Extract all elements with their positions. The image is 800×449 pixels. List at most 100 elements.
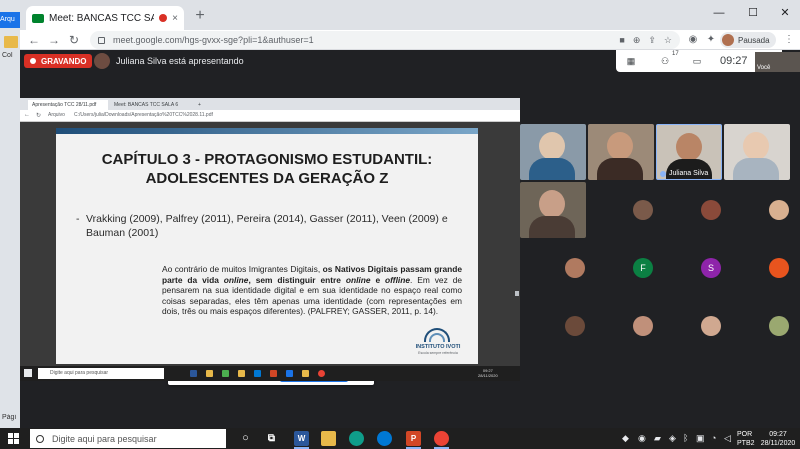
participant-body (733, 158, 779, 180)
cortana-icon[interactable]: ○ (238, 431, 253, 446)
maximize-button[interactable]: ☐ (740, 4, 766, 22)
back-arrow-icon[interactable]: ← (26, 32, 42, 48)
address-bar[interactable]: meet.google.com/hgs-gvxx-sge?pli=1&authu… (90, 31, 680, 49)
chrome-icon[interactable]: ◉ (686, 33, 700, 47)
tab-close-icon[interactable]: × (172, 13, 178, 24)
word-icon[interactable]: W (294, 431, 309, 449)
tray-bluetooth-icon[interactable]: ᛒ (683, 433, 688, 443)
zoom-icon[interactable]: ⊕ (633, 35, 641, 46)
slide-bullet-text: Vrakking (2009), Palfrey (2011), Pereira… (86, 213, 448, 239)
shared-address-path: C:/Users/julia/Downloads/Apresentação%20… (74, 112, 213, 118)
system-clock[interactable]: 09:27 28/11/2020 (758, 430, 798, 448)
participant-tile[interactable] (678, 182, 744, 238)
participant-tile[interactable] (610, 182, 676, 238)
edge-chromium-icon[interactable] (377, 431, 392, 446)
tray-volume-icon[interactable]: ◁ (724, 433, 731, 444)
search-icon (36, 434, 44, 443)
recording-badge: GRAVANDO (24, 54, 93, 68)
star-icon[interactable]: ☆ (664, 35, 672, 46)
participant-avatar (633, 200, 653, 220)
shared-app-icon (254, 370, 261, 377)
recording-label: GRAVANDO (41, 56, 87, 66)
participant-head (676, 133, 702, 161)
tray-folder-icon[interactable]: ▰ (654, 433, 661, 444)
forward-arrow-icon[interactable]: → (46, 32, 62, 48)
participant-body (529, 216, 575, 238)
taskbar-search[interactable]: Digite aqui para pesquisar (30, 429, 226, 448)
participant-tile[interactable]: F (610, 240, 676, 296)
participant-tile-presenter[interactable]: Juliana Silva (656, 124, 722, 180)
shared-app-icon (302, 370, 309, 377)
menu-icon[interactable]: ⋮ (782, 33, 796, 47)
new-tab-button[interactable]: + (190, 7, 210, 25)
tray-network-icon[interactable]: ◔ (711, 433, 716, 443)
shared-clock: 09:27 28/11/2020 (478, 368, 498, 378)
lock-icon (98, 36, 105, 44)
file-explorer-icon[interactable] (321, 431, 336, 446)
tab-strip: Meet: BANCAS TCC SALA 6 × + — ☐ ✕ (20, 0, 800, 30)
windows-start-icon[interactable] (8, 433, 19, 444)
presentation-slide: CAPÍTULO 3 - PROTAGONISMO ESTUDANTIL: AD… (56, 128, 478, 364)
windows-taskbar: Digite aqui para pesquisar ○ ⧉ W P ◆ ◉ ▰… (0, 428, 800, 449)
share-icon[interactable]: ⇪ (648, 35, 656, 46)
participant-tile[interactable] (746, 182, 800, 238)
institute-logo: INSTITUTO IVOTI Escola sempre referência (408, 328, 468, 358)
minimize-button[interactable]: — (706, 4, 732, 22)
info-icon[interactable]: ▦ (624, 54, 638, 68)
tab-meet[interactable]: Meet: BANCAS TCC SALA 6 × (26, 6, 184, 30)
participant-count: 17 (672, 51, 679, 57)
shared-chrome-icon (318, 370, 325, 377)
quote-text-1: Ao contrário de muitos Imigrantes Digita… (162, 264, 321, 274)
shared-app-icon (206, 370, 213, 377)
extensions-icon[interactable]: ✦ (704, 33, 718, 47)
people-icon[interactable]: ⚇ (658, 54, 672, 68)
close-window-button[interactable]: ✕ (772, 4, 798, 22)
participant-avatar (701, 200, 721, 220)
participant-tile[interactable]: S (678, 240, 744, 296)
participant-tile[interactable] (746, 298, 800, 354)
clock-time: 09:27 (769, 431, 787, 438)
participant-tile[interactable] (678, 298, 744, 354)
browser-toolbar: ← → ↻ meet.google.com/hgs-gvxx-sge?pli=1… (20, 30, 800, 50)
keyboard-language[interactable]: POR PTB2 (737, 430, 755, 448)
tray-dropbox-icon[interactable]: ◈ (669, 433, 676, 444)
participant-tile[interactable] (520, 182, 586, 238)
tray-app-icon[interactable]: ▣ (696, 433, 705, 444)
slide-title-line-2: ADOLESCENTES DA GERAÇÃO Z (145, 170, 389, 187)
self-view[interactable]: Você (755, 52, 800, 72)
shared-address-bar: ← ↻ Arquivo C:/Users/julia/Downloads/Apr… (20, 110, 520, 122)
reload-icon[interactable]: ↻ (66, 32, 82, 48)
participant-tile[interactable] (520, 124, 586, 180)
participant-name: Juliana Silva (669, 170, 709, 177)
tray-camera-icon[interactable]: ◆ (622, 433, 629, 444)
self-name: Você (757, 65, 771, 71)
participant-tile[interactable] (746, 240, 800, 296)
profile-button[interactable]: Pausada (720, 32, 776, 48)
participant-avatar-initial: F (633, 258, 653, 278)
participant-tile[interactable] (610, 298, 676, 354)
tray-chrome-icon[interactable]: ◉ (638, 433, 646, 444)
participant-tile[interactable] (542, 240, 608, 296)
slide-bullet: - Vrakking (2009), Palfrey (2011), Perei… (76, 212, 466, 240)
shared-clock-date: 28/11/2020 (478, 373, 498, 378)
chat-icon[interactable]: ▭ (690, 54, 704, 68)
participant-tile[interactable] (724, 124, 790, 180)
pdf-viewer: CAPÍTULO 3 - PROTAGONISMO ESTUDANTIL: AD… (20, 122, 520, 385)
profile-status: Pausada (738, 35, 770, 45)
folder-icon[interactable] (4, 36, 18, 48)
participant-tile[interactable] (588, 124, 654, 180)
participant-tile[interactable] (542, 298, 608, 354)
chrome-taskbar-icon[interactable] (434, 431, 449, 449)
meet-icon (32, 13, 44, 23)
task-view-icon[interactable]: ⧉ (264, 431, 279, 446)
participant-avatar (769, 200, 789, 220)
bullet-marker: - (76, 213, 80, 225)
edge-icon[interactable] (349, 431, 364, 446)
camera-icon[interactable]: ■ (619, 35, 624, 45)
shared-tab-strip: Apresentação TCC 28/11.pdf Meet: BANCAS … (20, 98, 520, 110)
record-icon (30, 58, 36, 64)
participant-avatar (633, 316, 653, 336)
powerpoint-icon[interactable]: P (406, 431, 421, 449)
profile-avatar (722, 34, 734, 46)
tab-title: Meet: BANCAS TCC SALA 6 (49, 12, 155, 24)
